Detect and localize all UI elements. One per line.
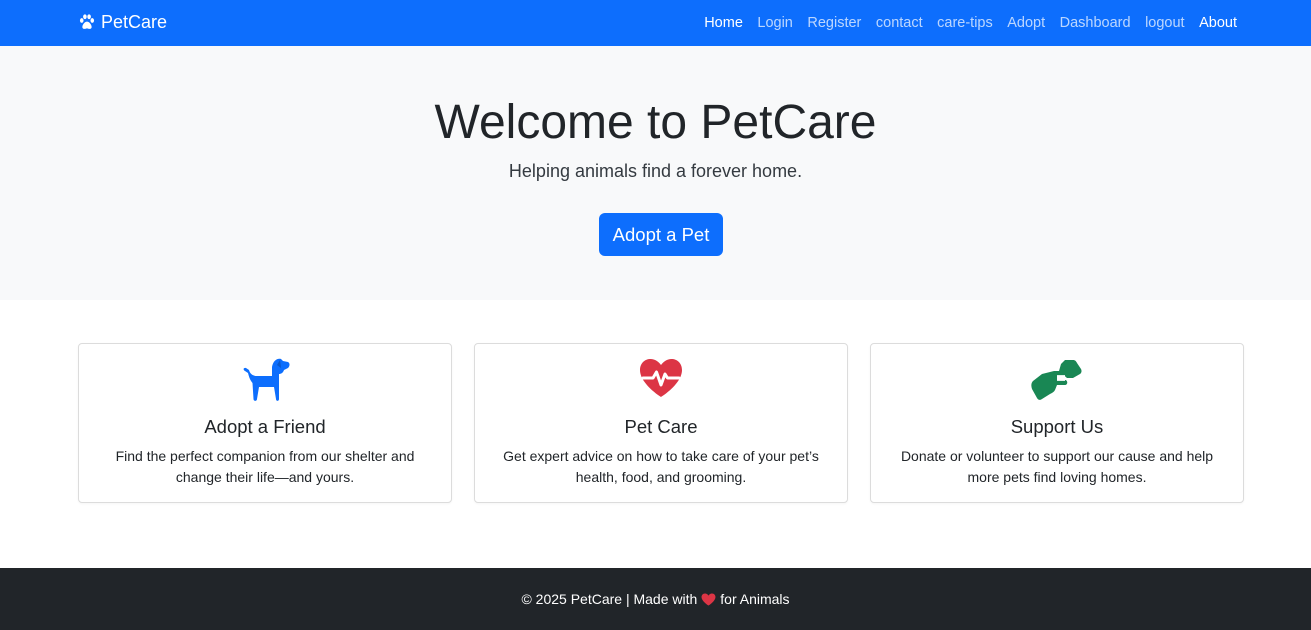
nav-link-adopt[interactable]: Adopt xyxy=(1007,15,1045,31)
dog-icon xyxy=(79,357,451,403)
nav-link-contact[interactable]: contact xyxy=(876,15,923,31)
nav-link-about[interactable]: About xyxy=(1199,15,1237,31)
card-pet-care: Pet Care Get expert advice on how to tak… xyxy=(474,343,848,503)
paw-icon xyxy=(79,14,95,29)
hero-subtitle: Helping animals find a forever home. xyxy=(508,161,803,181)
heart-pulse-icon xyxy=(475,357,847,403)
feature-cards: Adopt a Friend Find the perfect companio… xyxy=(78,343,1244,503)
nav-link-logout[interactable]: logout xyxy=(1145,15,1185,31)
card-text: Donate or volunteer to support our cause… xyxy=(900,448,1214,485)
nav-link-dashboard[interactable]: Dashboard xyxy=(1060,15,1131,31)
card-support-us: Support Us Donate or volunteer to suppor… xyxy=(870,343,1244,503)
nav-link-home[interactable]: Home xyxy=(704,15,743,31)
hero-title: Welcome to PetCare xyxy=(434,96,877,149)
adopt-a-pet-button[interactable]: Adopt a Pet xyxy=(599,213,723,256)
nav-link-register[interactable]: Register xyxy=(807,15,861,31)
brand-link[interactable]: PetCare xyxy=(78,10,167,34)
nav-link-login[interactable]: Login xyxy=(757,15,792,31)
card-text: Get expert advice on how to take care of… xyxy=(503,448,819,485)
navbar: PetCare Home Login Register contact care… xyxy=(0,0,1311,46)
nav-link-care-tips[interactable]: care-tips xyxy=(937,15,993,31)
handshake-icon xyxy=(871,357,1243,403)
footer-text-prefix: © 2025 PetCare | Made with xyxy=(521,591,698,607)
hero-section: Welcome to PetCare Helping animals find … xyxy=(0,46,1311,300)
card-adopt-a-friend: Adopt a Friend Find the perfect companio… xyxy=(78,343,452,503)
card-title: Pet Care xyxy=(624,416,698,437)
card-title: Adopt a Friend xyxy=(204,416,326,437)
card-text: Find the perfect companion from our shel… xyxy=(115,448,415,485)
footer: © 2025 PetCare | Made with for Animals xyxy=(0,568,1311,630)
card-title: Support Us xyxy=(1010,416,1104,437)
brand-label: PetCare xyxy=(101,11,168,32)
nav-links: Home Login Register contact care-tips Ad… xyxy=(690,0,1237,46)
heart-icon xyxy=(701,592,716,606)
footer-text-suffix: for Animals xyxy=(720,591,790,607)
